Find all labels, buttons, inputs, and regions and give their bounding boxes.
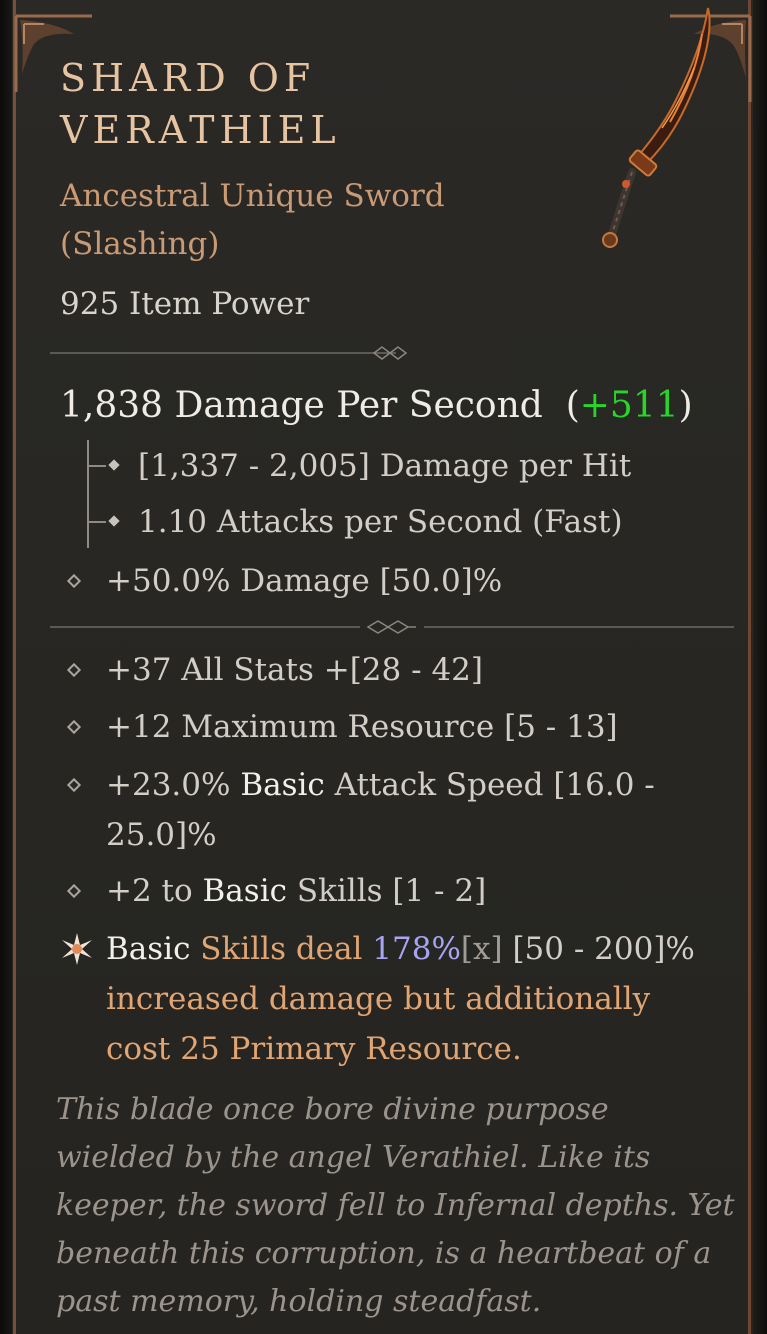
affix-basic-skills: +2 to Basic Skills [1 - 2] (106, 866, 706, 916)
border-right (748, 0, 751, 1334)
stat-tree-connector (87, 440, 120, 548)
item-tooltip: SHARD OF VERATHIEL Ancestral Unique Swor… (0, 0, 767, 1334)
affix-attack-speed-hl: Basic (240, 767, 325, 803)
affix-all-stats: +37 All Stats +[28 - 42] (106, 652, 483, 688)
section-divider (50, 620, 734, 634)
frame-left (0, 0, 12, 1334)
dps-open-paren: ( (565, 385, 580, 426)
affix-skills-post: Skills [1 - 2] (286, 873, 487, 909)
unique-power-skills-deal: Skills deal (190, 931, 373, 967)
damage-per-hit: [1,337 - 2,005] Damage per Hit (138, 448, 632, 484)
implicit-damage: +50.0% Damage [50.0]% (106, 563, 503, 599)
affix-max-resource: +12 Maximum Resource [5 - 13] (106, 709, 618, 745)
unique-power-star-icon (62, 933, 92, 965)
item-name-line1: SHARD OF (60, 56, 316, 100)
affix-skills-hl: Basic (202, 873, 287, 909)
item-name: SHARD OF VERATHIEL (60, 52, 540, 156)
unique-power: Basic Skills deal 178%[x] [50 - 200]% in… (106, 924, 706, 1074)
bullet-icon (66, 662, 82, 678)
item-type: Ancestral Unique Sword (Slashing) (60, 172, 520, 268)
frame-right (753, 0, 767, 1334)
bullet-icon (66, 883, 82, 899)
section-divider (50, 346, 408, 360)
flavor-text: This blade once bore divine purpose wiel… (56, 1092, 735, 1319)
unique-power-range: [50 - 200]% (502, 931, 695, 967)
unique-power-basic: Basic (106, 931, 191, 967)
affix-basic-attack-speed: +23.0% Basic Attack Speed [16.0 - 25.0]% (106, 760, 706, 860)
affix-attack-speed-pre: +23.0% (106, 767, 241, 803)
bullet-icon (66, 573, 82, 589)
affix-attack-speed-post: Attack Speed [16.0 - (324, 767, 655, 803)
dps-delta: +511 (579, 385, 679, 426)
unique-power-mult: [x] (460, 931, 503, 967)
dps-value: 1,838 Damage Per Second (60, 385, 543, 426)
unique-power-line3: cost 25 Primary Resource. (106, 1031, 522, 1067)
sword-icon (602, 7, 711, 248)
unique-power-line2: increased damage but additionally (106, 981, 651, 1017)
border-left (13, 0, 16, 1334)
affix-skills-pre: +2 to (106, 873, 203, 909)
item-name-line2: VERATHIEL (60, 108, 341, 152)
item-power: 925 Item Power (60, 286, 310, 322)
damage-per-second: 1,838 Damage Per Second (+511) (60, 382, 693, 430)
attacks-per-second: 1.10 Attacks per Second (Fast) (138, 504, 623, 540)
dps-close-paren: ) (678, 385, 693, 426)
bullet-icon (66, 777, 82, 793)
unique-power-value: 178% (372, 931, 461, 967)
bullet-icon (66, 719, 82, 735)
affix-attack-speed-line2: 25.0]% (106, 817, 217, 853)
item-type-line2: (Slashing) (60, 226, 220, 262)
item-type-line1: Ancestral Unique Sword (60, 178, 445, 214)
